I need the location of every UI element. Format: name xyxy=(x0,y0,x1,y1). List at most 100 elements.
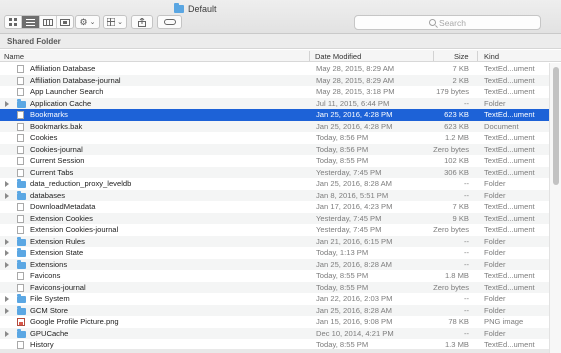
file-name: Application Cache xyxy=(30,98,92,108)
column-view-icon xyxy=(43,18,53,26)
folder-icon xyxy=(17,248,26,257)
file-row[interactable]: App Launcher Search May 28, 2015, 3:18 PM… xyxy=(0,86,549,98)
document-icon xyxy=(17,341,24,349)
file-row[interactable]: Bookmarks.bak Jan 25, 2016, 4:28 PM 623 KB… xyxy=(0,120,549,132)
file-name: Extension Cookies xyxy=(30,213,93,223)
file-date-modified: Jan 22, 2016, 2:03 PM xyxy=(316,294,393,303)
action-menu-content: ⚙ ⌄ xyxy=(76,16,99,28)
column-header-name[interactable]: Name xyxy=(4,52,24,61)
file-size: 1.8 MB xyxy=(444,271,469,280)
file-row[interactable]: Affiliation Database May 28, 2015, 8:29 A… xyxy=(0,63,549,75)
column-divider[interactable] xyxy=(309,51,310,61)
document-icon xyxy=(17,122,24,131)
file-kind: Folder xyxy=(484,259,506,269)
column-header-kind[interactable]: Kind xyxy=(484,52,499,61)
icon-view-button[interactable] xyxy=(5,16,22,28)
file-kind: TextEd...ument xyxy=(484,144,535,154)
disclosure-triangle-icon[interactable] xyxy=(5,238,9,245)
search-field[interactable]: Search xyxy=(354,15,541,30)
file-row[interactable]: Extension Cookies Yesterday, 7:45 PM 9 KB T… xyxy=(0,212,549,224)
vertical-scrollbar[interactable] xyxy=(549,63,561,353)
file-size: 306 KB xyxy=(444,167,469,177)
file-row[interactable]: Cookies Today, 8:56 PM 1.2 MB TextEd...umen… xyxy=(0,132,549,144)
file-row[interactable]: Application Cache Jul 11, 2015, 6:44 PM --… xyxy=(0,97,549,109)
file-kind: Folder xyxy=(484,98,506,108)
file-date-modified: May 28, 2015, 8:29 AM xyxy=(316,75,395,85)
cover-flow-button[interactable] xyxy=(57,16,73,28)
list-view-button[interactable] xyxy=(22,16,40,28)
file-kind: TextEd...ument xyxy=(484,64,535,73)
file-row[interactable]: Extension Rules Jan 21, 2016, 6:15 PM -- Fo… xyxy=(0,235,549,247)
column-view-button[interactable] xyxy=(40,16,57,28)
list-view-icon xyxy=(26,18,35,26)
share-button[interactable] xyxy=(131,15,153,29)
file-row[interactable]: Extension Cookies-journal Yesterday, 7:45… xyxy=(0,224,549,236)
file-row[interactable]: Bookmarks Jan 25, 2016, 4:28 PM 623 KB Text… xyxy=(0,109,549,121)
file-row[interactable]: Current Tabs Yesterday, 7:45 PM 306 KB Text… xyxy=(0,166,549,178)
file-row[interactable]: Extension State Today, 1:13 PM -- Folder xyxy=(0,247,549,259)
file-row[interactable]: Favicons Today, 8:55 PM 1.8 MB TextEd...ume… xyxy=(0,270,549,282)
document-icon xyxy=(17,157,24,165)
gear-icon: ⚙ xyxy=(79,16,88,27)
window-toolbar: Default ⚙ ⌄ ⌄ Search xyxy=(0,0,561,34)
file-row[interactable]: databases Jan 8, 2016, 5:51 PM -- Folder xyxy=(0,189,549,201)
file-kind: TextEd...ument xyxy=(484,133,535,142)
file-kind: Folder xyxy=(484,328,506,338)
file-row[interactable]: Extensions Jan 25, 2016, 8:28 AM -- Folder xyxy=(0,258,549,270)
file-name: GPUCache xyxy=(30,328,69,338)
tag-button[interactable] xyxy=(157,15,182,29)
file-kind: Folder xyxy=(484,305,506,315)
action-menu-button[interactable]: ⚙ ⌄ xyxy=(75,15,100,29)
file-kind: TextEd...ument xyxy=(484,271,535,280)
document-icon xyxy=(17,203,24,211)
file-kind: Folder xyxy=(484,190,506,200)
document-icon xyxy=(17,214,24,223)
scrollbar-thumb[interactable] xyxy=(553,67,559,185)
file-kind: Document xyxy=(484,121,519,131)
disclosure-triangle-icon[interactable] xyxy=(5,250,9,256)
share-button-content xyxy=(132,16,152,28)
file-row[interactable]: Cookies-journal Today, 8:56 PM Zero bytes T… xyxy=(0,143,549,155)
column-divider[interactable] xyxy=(477,51,478,61)
file-size: -- xyxy=(463,328,469,338)
file-row[interactable]: DownloadMetadata Jan 17, 2016, 4:23 PM 7 K… xyxy=(0,201,549,213)
file-date-modified: Dec 10, 2014, 4:21 PM xyxy=(316,328,394,338)
arrange-menu-button[interactable]: ⌄ xyxy=(103,15,127,29)
file-kind: PNG image xyxy=(484,317,524,326)
file-size: 2 KB xyxy=(452,75,469,85)
disclosure-triangle-icon[interactable] xyxy=(5,296,9,302)
file-row[interactable]: GCM Store Jan 25, 2016, 8:28 AM -- Folder xyxy=(0,304,549,316)
file-size: 623 KB xyxy=(444,121,469,131)
view-mode-control xyxy=(4,15,74,29)
file-size: -- xyxy=(463,236,469,246)
file-date-modified: Today, 8:56 PM xyxy=(316,133,369,142)
file-row[interactable]: File System Jan 22, 2016, 2:03 PM -- Folder xyxy=(0,293,549,305)
file-row[interactable]: data_reduction_proxy_leveldb Jan 25, 2016… xyxy=(0,178,549,190)
icon-view-icon xyxy=(9,18,17,26)
disclosure-triangle-icon[interactable] xyxy=(5,192,9,199)
column-divider[interactable] xyxy=(433,51,434,61)
file-row[interactable]: Current Session Today, 8:55 PM 102 KB TextE… xyxy=(0,155,549,167)
folder-icon xyxy=(174,3,184,13)
disclosure-triangle-icon[interactable] xyxy=(5,307,9,314)
file-size: Zero bytes xyxy=(433,144,469,154)
disclosure-triangle-icon[interactable] xyxy=(5,100,9,107)
column-header-date[interactable]: Date Modified xyxy=(315,52,361,61)
file-name: Current Tabs xyxy=(30,167,74,177)
disclosure-triangle-icon[interactable] xyxy=(5,330,9,337)
disclosure-triangle-icon[interactable] xyxy=(5,181,9,187)
folder-icon xyxy=(17,98,26,108)
file-row[interactable]: GPUCache Dec 10, 2014, 4:21 PM -- Folder xyxy=(0,327,549,339)
file-kind: TextEd...ument xyxy=(484,225,535,234)
file-row[interactable]: Affiliation Database-journal May 28, 2015… xyxy=(0,74,549,86)
file-size: -- xyxy=(463,98,469,108)
file-kind: TextEd...ument xyxy=(484,202,535,211)
file-name: Extension State xyxy=(30,248,84,257)
file-row[interactable]: Favicons-journal Today, 8:55 PM Zero bytes… xyxy=(0,281,549,293)
file-date-modified: Today, 8:55 PM xyxy=(316,156,369,165)
file-date-modified: Jan 25, 2016, 8:28 AM xyxy=(316,259,392,269)
disclosure-triangle-icon[interactable] xyxy=(5,261,9,268)
file-row[interactable]: Google Profile Picture.png Jan 15, 2016, … xyxy=(0,316,549,328)
file-kind: Folder xyxy=(484,236,506,246)
column-header-size[interactable]: Size xyxy=(454,52,469,61)
